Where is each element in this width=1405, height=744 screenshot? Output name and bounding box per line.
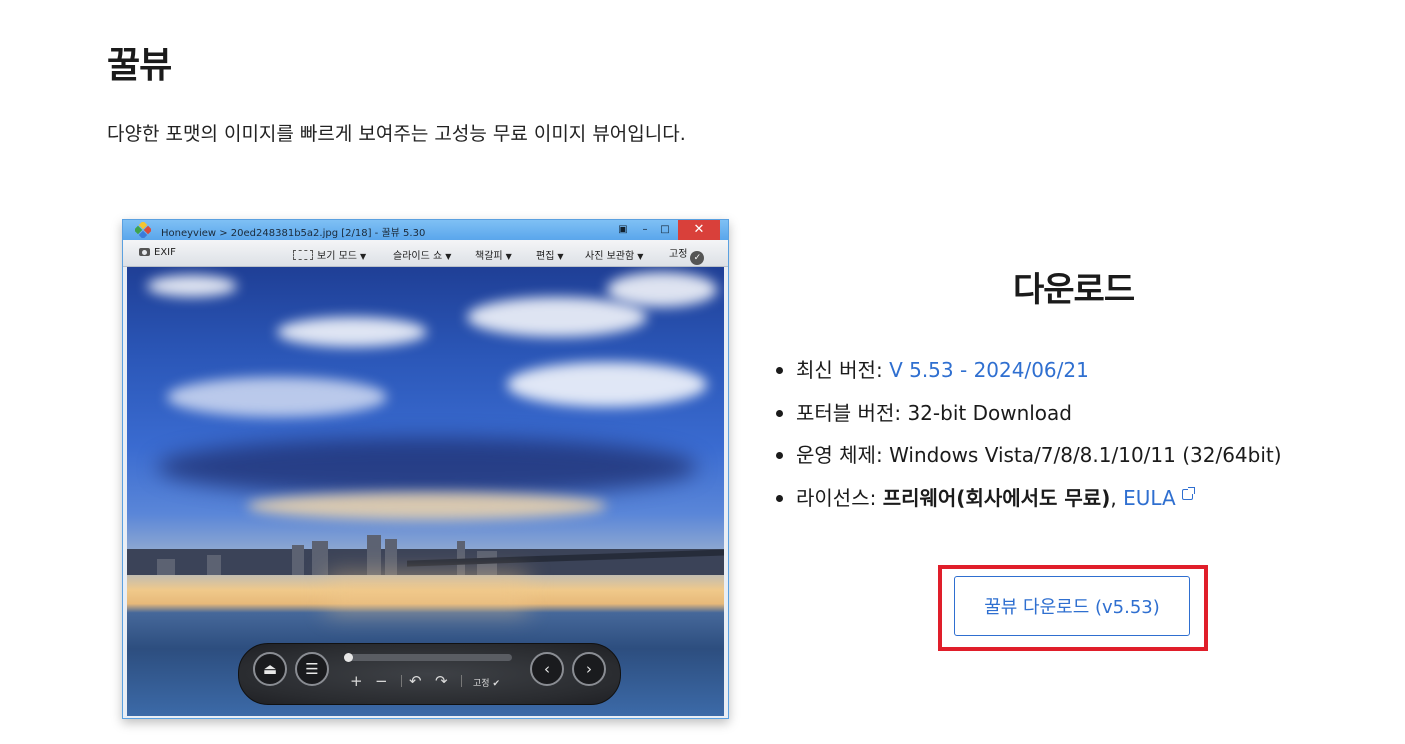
building (292, 545, 304, 575)
fullscreen-icon: ▣ (618, 224, 628, 235)
cloud-shape (247, 492, 607, 520)
previous-icon: ‹ (530, 652, 564, 686)
pin-label: 고정 (669, 249, 688, 260)
rotate-right-icon: ↷ (435, 672, 448, 690)
river-photo: ⏏ ☰ + − ↶ ↷ 고정 ✔ ‹ › (127, 267, 724, 716)
view-mode-icon (293, 250, 313, 260)
chevron-down-icon: ▼ (445, 252, 452, 261)
cloud-shape (507, 362, 707, 407)
water-reflection (327, 573, 527, 613)
list-item-os: 운영 체제: Windows Vista/7/8/8.1/10/11 (32/6… (776, 440, 1282, 483)
latest-version-link[interactable]: V 5.53 - 2024/06/21 (889, 358, 1089, 382)
view-mode-menu: 보기 모드 ▼ (293, 247, 366, 262)
cloud-shape (167, 377, 387, 417)
list-item-portable-version: 포터블 버전: 32-bit Download (776, 398, 1282, 441)
menu-icon: ☰ (295, 652, 329, 686)
rotate-left-icon: ↶ (409, 672, 422, 690)
honeyview-logo-icon (135, 222, 151, 238)
cloud-shape (277, 317, 427, 347)
photo-storage-label: 사진 보관함 (585, 251, 635, 262)
zoom-out-icon: − (375, 672, 388, 690)
view-mode-label: 보기 모드 (317, 251, 357, 262)
cloud-shape (607, 272, 717, 307)
pin-menu: 고정 ✓ (669, 245, 705, 265)
close-icon: ✕ (678, 220, 720, 240)
separator (401, 675, 402, 687)
check-icon: ✓ (690, 251, 705, 265)
building (367, 535, 381, 575)
latest-version-label: 최신 버전: (796, 358, 890, 382)
download-heading: 다운로드 (1013, 270, 1135, 310)
download-button[interactable]: 꿀뷰 다운로드 (v5.53) (954, 576, 1190, 636)
page-description: 다양한 포맷의 이미지를 빠르게 보여주는 고성능 무료 이미지 뷰어입니다. (107, 123, 686, 145)
list-item-latest-version: 최신 버전: V 5.53 - 2024/06/21 (776, 355, 1282, 398)
license-value: 프리웨어(회사에서도 무료) (882, 485, 1111, 510)
edit-label: 편집 (536, 251, 555, 262)
progress-track (344, 653, 512, 662)
license-label: 라이선스: (796, 485, 883, 510)
os-label: 운영 체제: (796, 443, 890, 467)
list-item-license: 라이선스: 프리웨어(회사에서도 무료), EULA (776, 483, 1282, 526)
app-screenshot: Honeyview > 20ed248381b5a2.jpg [2/18] - … (122, 219, 729, 719)
eula-link[interactable]: EULA (1123, 486, 1176, 510)
building (157, 559, 175, 575)
maximize-icon: □ (660, 224, 670, 235)
viewer-control-bar: ⏏ ☰ + − ↶ ↷ 고정 ✔ ‹ › (238, 643, 621, 705)
edit-menu: 편집 ▼ (536, 247, 564, 262)
exif-label: EXIF (154, 247, 176, 258)
app-titlebar: Honeyview > 20ed248381b5a2.jpg [2/18] - … (123, 220, 728, 240)
separator (461, 675, 462, 687)
minimize-icon: – (642, 224, 648, 235)
next-icon: › (572, 652, 606, 686)
page-title: 꿀뷰 (107, 45, 172, 86)
bookmark-menu: 책갈피 ▼ (475, 247, 512, 262)
progress-knob (344, 653, 353, 662)
cloud-shape (147, 275, 237, 297)
photo-storage-menu: 사진 보관함 ▼ (585, 247, 643, 262)
chevron-down-icon: ▼ (637, 252, 644, 261)
license-separator: , (1110, 485, 1124, 510)
pin-label: 고정 (473, 679, 490, 689)
os-value: Windows Vista/7/8/8.1/10/11 (32/64bit) (889, 443, 1282, 467)
building (312, 541, 328, 575)
slideshow-menu: 슬라이드 쇼 ▼ (393, 247, 451, 262)
download-info-list: 최신 버전: V 5.53 - 2024/06/21 포터블 버전: 32-bi… (776, 355, 1282, 526)
exif-menu: EXIF (139, 247, 176, 258)
external-link-icon (1181, 486, 1195, 500)
building (207, 555, 221, 575)
portable-download-link[interactable]: 32-bit Download (907, 401, 1072, 425)
camera-icon (139, 248, 150, 256)
slideshow-label: 슬라이드 쇼 (393, 251, 443, 262)
app-toolbar: EXIF 보기 모드 ▼ 슬라이드 쇼 ▼ 책갈피 ▼ 편집 ▼ 사진 보관함 ▼ 고정 ✓ (123, 240, 728, 267)
cloud-shape (467, 297, 647, 337)
bookmark-label: 책갈피 (475, 251, 503, 262)
app-window-title: Honeyview > 20ed248381b5a2.jpg [2/18] - … (161, 228, 426, 239)
chevron-down-icon: ▼ (505, 252, 512, 261)
chevron-down-icon: ▼ (557, 252, 564, 261)
portable-version-label: 포터블 버전: (796, 400, 908, 425)
check-icon: ✔ (492, 679, 500, 689)
building (385, 539, 397, 575)
cloud-shape (157, 437, 697, 497)
chevron-down-icon: ▼ (359, 252, 367, 261)
eject-icon: ⏏ (253, 652, 287, 686)
zoom-in-icon: + (350, 672, 363, 690)
pin-toggle: 고정 ✔ (473, 676, 500, 689)
